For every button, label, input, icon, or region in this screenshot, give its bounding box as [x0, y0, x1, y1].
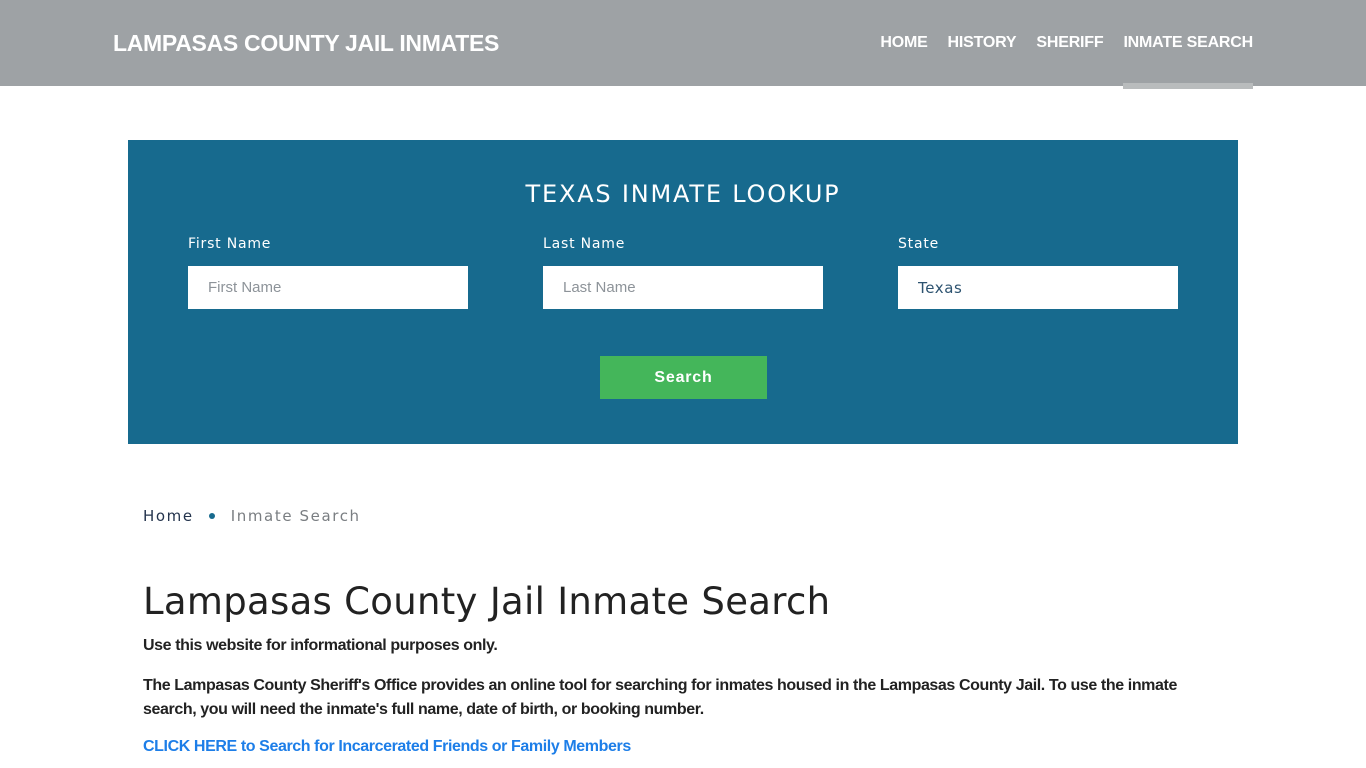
last-name-field-group: Last Name [543, 236, 823, 309]
disclaimer-text: Use this website for informational purpo… [143, 637, 498, 654]
last-name-label: Last Name [543, 236, 626, 252]
site-header: LAMPASAS COUNTY JAIL INMATES HOME HISTOR… [0, 0, 1366, 89]
nav-history[interactable]: HISTORY [948, 0, 1017, 86]
inmate-lookup-form: TEXAS INMATE LOOKUP First Name Last Name… [128, 140, 1238, 444]
nav-inmate-search[interactable]: INMATE SEARCH [1123, 0, 1253, 89]
breadcrumb-separator-dot-icon [208, 513, 215, 519]
search-button[interactable]: Search [600, 356, 767, 399]
breadcrumb-current: Inmate Search [230, 507, 361, 525]
first-name-field-group: First Name [188, 236, 468, 309]
first-name-input[interactable] [188, 266, 468, 309]
nav-home[interactable]: HOME [880, 0, 927, 86]
description-text: The Lampasas County Sheriff's Office pro… [143, 677, 1177, 718]
state-label: State [898, 236, 940, 252]
breadcrumb: Home Inmate Search [143, 507, 361, 525]
breadcrumb-home-link[interactable]: Home [143, 507, 194, 525]
state-input[interactable] [898, 266, 1178, 309]
main-nav: HOME HISTORY SHERIFF INMATE SEARCH [860, 0, 1253, 89]
first-name-label: First Name [188, 236, 272, 252]
page-title: Lampasas County Jail Inmate Search [143, 580, 831, 623]
last-name-input[interactable] [543, 266, 823, 309]
state-field-group: State [898, 236, 1178, 309]
site-brand-link[interactable]: LAMPASAS COUNTY JAIL INMATES [113, 30, 499, 57]
nav-sheriff[interactable]: SHERIFF [1036, 0, 1103, 86]
lookup-title: TEXAS INMATE LOOKUP [525, 180, 841, 208]
search-friends-family-link[interactable]: CLICK HERE to Search for Incarcerated Fr… [143, 738, 631, 756]
